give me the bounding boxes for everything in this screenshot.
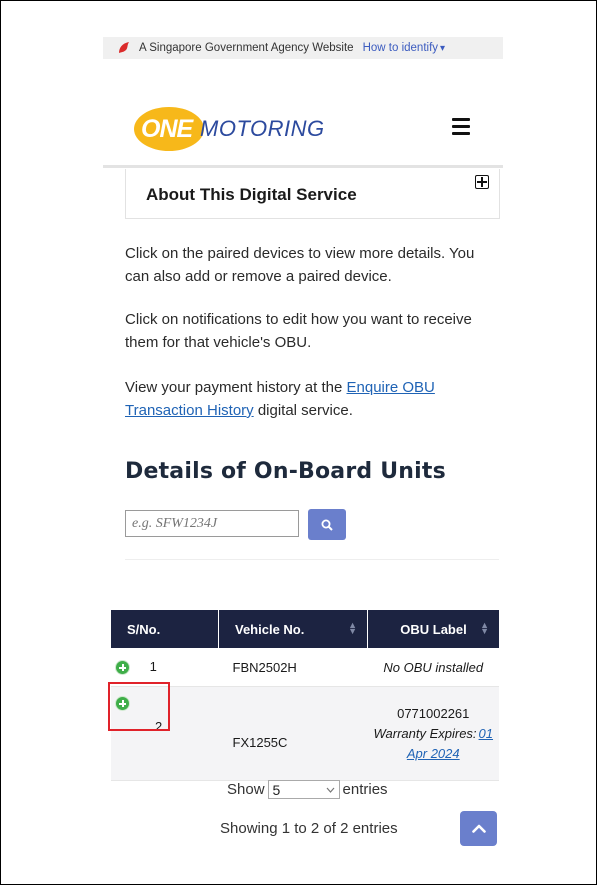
table-info: Showing 1 to 2 of 2 entries: [220, 820, 398, 837]
sort-icon[interactable]: ▲ ▼: [348, 621, 357, 636]
lion-head-icon: [119, 42, 129, 53]
cell-obu-label: 0771002261 Warranty Expires: 01 Apr 2024: [367, 686, 499, 781]
entries-select-value: 5: [272, 781, 281, 798]
government-banner: A Singapore Government Agency Website Ho…: [103, 37, 503, 59]
sort-icon[interactable]: ▲ ▼: [480, 621, 489, 636]
gov-banner-text: A Singapore Government Agency Website: [139, 42, 354, 54]
payment-text-prefix: View your payment history at the: [125, 379, 347, 396]
onemotoring-logo[interactable]: ONE MOTORING: [134, 107, 324, 151]
entries-select[interactable]: 5: [267, 780, 340, 799]
chevron-down-icon[interactable]: ▾: [440, 43, 445, 54]
cell-vehicle-no: FX1255C: [218, 686, 368, 781]
obu-label-value: 0771002261: [397, 706, 470, 721]
about-service-accordion[interactable]: About This Digital Service: [125, 169, 500, 219]
intro-paragraph-devices: Click on the paired devices to view more…: [125, 245, 475, 285]
show-label: Show: [227, 781, 265, 798]
intro-paragraph-payment: View your payment history at the Enquire…: [125, 376, 495, 422]
about-service-title: About This Digital Service: [146, 185, 357, 204]
section-separator: [125, 559, 499, 560]
warranty-date-link[interactable]: 01: [479, 726, 493, 741]
chevron-up-icon: [471, 824, 486, 833]
vehicle-search-input[interactable]: [125, 510, 299, 537]
highlight-box: [108, 682, 170, 731]
cell-obu-label: No OBU installed: [367, 648, 499, 687]
warranty-label: Warranty Expires:: [373, 726, 477, 741]
column-header-obu-label[interactable]: OBU Label ▲ ▼: [367, 610, 499, 648]
warranty-date-link[interactable]: Apr 2024: [407, 746, 460, 761]
logo-motoring-text: MOTORING: [200, 116, 325, 141]
column-header-sno[interactable]: S/No.: [111, 610, 219, 648]
entries-length-control: Show 5 entries: [227, 780, 388, 799]
entries-label: entries: [342, 781, 388, 798]
search-icon: [321, 519, 333, 531]
intro-paragraph-notifications: Click on notifications to edit how you w…: [125, 311, 472, 351]
hamburger-icon[interactable]: [452, 118, 470, 135]
header-divider: [103, 165, 503, 168]
page-frame: A Singapore Government Agency Website Ho…: [0, 0, 597, 885]
column-header-vehicle-no[interactable]: Vehicle No. ▲ ▼: [218, 610, 368, 648]
section-title: Details of On-Board Units: [125, 459, 446, 484]
how-to-identify-link[interactable]: How to identify: [363, 42, 438, 54]
logo-one-text: ONE: [141, 115, 193, 143]
table-row[interactable]: 1 FBN2502H No OBU installed: [111, 648, 499, 687]
cell-sno: 1: [111, 648, 219, 687]
plus-square-icon[interactable]: [475, 175, 489, 189]
expand-row-icon[interactable]: [115, 660, 130, 676]
cell-vehicle-no: FBN2502H: [218, 648, 368, 687]
search-button[interactable]: [308, 509, 346, 540]
payment-text-suffix: digital service.: [253, 402, 353, 419]
chevron-down-icon: [326, 787, 334, 793]
back-to-top-button[interactable]: [460, 811, 497, 846]
